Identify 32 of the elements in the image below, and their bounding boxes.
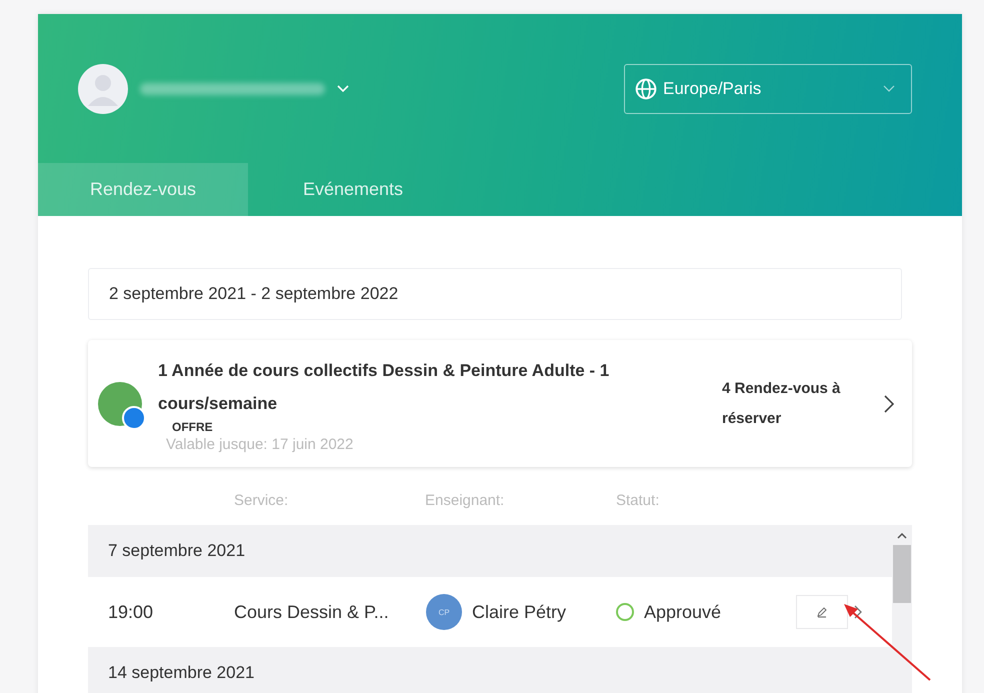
timezone-value: Europe/Paris xyxy=(663,79,762,99)
offer-validity: Valable jusque: 17 juin 2022 xyxy=(166,436,354,453)
pen-icon xyxy=(816,606,828,618)
teacher-name: Claire Pétry xyxy=(472,602,566,622)
chevron-down-icon xyxy=(883,85,895,93)
avatar-icon[interactable] xyxy=(78,64,128,114)
appointment-time: 19:00 xyxy=(108,602,154,622)
timezone-select[interactable]: Europe/Paris xyxy=(624,64,912,114)
tab[interactable]: Rendez-vous xyxy=(38,163,248,216)
edit-button[interactable] xyxy=(796,595,848,629)
teacher-avatar: CP xyxy=(426,594,462,630)
globe-icon xyxy=(635,78,657,100)
offer-card[interactable]: 1 Année de cours collectifs Dessin & Peinture Adulte - 1 cours/semaine OFFRE Valable jusque: 17 juin 2022 4 Rendez-vous à réserver xyxy=(88,340,912,467)
chevron-right-icon[interactable] xyxy=(884,394,894,412)
scroll-up-icon[interactable] xyxy=(897,533,907,539)
status-label: Approuvé xyxy=(644,602,722,622)
chevron-right-icon[interactable] xyxy=(854,605,862,619)
status-dot xyxy=(122,406,146,430)
column-header: Service: xyxy=(234,492,288,509)
chevron-down-icon[interactable] xyxy=(337,85,349,93)
date-range-field[interactable]: 2 septembre 2021 - 2 septembre 2022 xyxy=(88,268,902,320)
tab[interactable]: Evénements xyxy=(248,163,458,216)
offer-title: 1 Année de cours collectifs Dessin & Peinture Adulte - 1 cours/semaine xyxy=(158,360,610,415)
offer-label: OFFRE xyxy=(172,420,214,434)
status-ring-icon xyxy=(616,603,634,621)
remaining-appointments: 4 Rendez-vous à réserver xyxy=(722,378,842,428)
date-label: 14 septembre 2021 xyxy=(108,663,254,683)
service-name: Cours Dessin & P... xyxy=(234,602,390,622)
column-header: Statut: xyxy=(616,492,660,509)
scrollbar[interactable] xyxy=(892,525,912,693)
column-header: Enseignant: xyxy=(425,492,504,509)
date-label: 7 septembre 2021 xyxy=(108,541,246,561)
